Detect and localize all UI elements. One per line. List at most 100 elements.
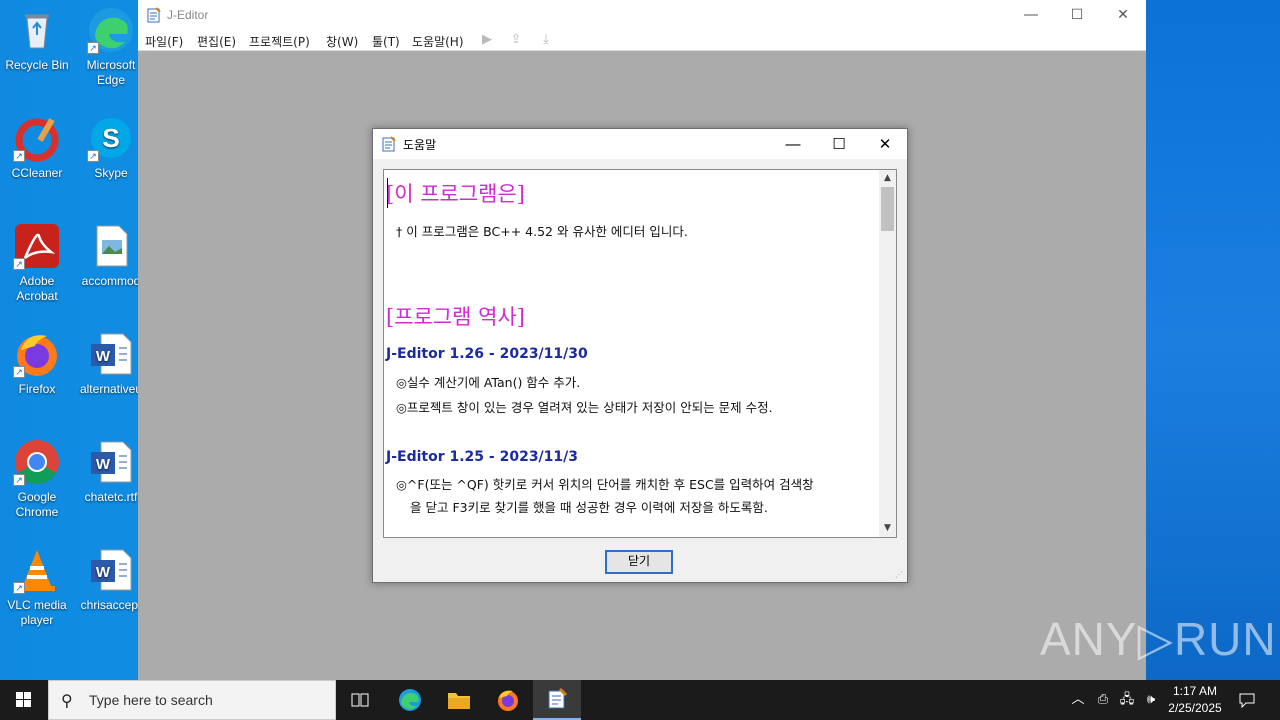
edge-icon: ↗ — [87, 6, 135, 54]
network-icon[interactable]: 🖧 — [1116, 680, 1138, 720]
help-content[interactable]: [이 프로그램은] † 이 프로그램은 BC++ 4.52 와 유사한 에디터 … — [383, 169, 897, 538]
word-document-icon: W — [87, 330, 135, 378]
dialog-title: 도움말 — [403, 138, 437, 152]
desktop-icon-ccleaner[interactable]: ↗ CCleaner — [1, 114, 73, 181]
menu-project[interactable]: 프로젝트(P) — [249, 33, 310, 50]
shortcut-arrow-icon: ↗ — [13, 582, 25, 594]
icon-label: Google Chrome — [15, 490, 59, 519]
icon-label: Adobe Acrobat — [16, 274, 58, 303]
clock-time: 1:17 AM — [1172, 684, 1218, 698]
search-placeholder: Type here to search — [89, 692, 213, 708]
anyrun-watermark: ANY▷RUN — [1040, 613, 1277, 665]
v126-note-1: ◎실수 계산기에 ATan() 함수 추가. — [396, 375, 581, 390]
desktop-icon-chatetc[interactable]: W chatetc.rtf — [75, 438, 147, 505]
taskbar-file-explorer-icon[interactable] — [435, 680, 483, 720]
shortcut-arrow-icon: ↗ — [87, 42, 99, 54]
desktop-icon-chrisaccep[interactable]: W chrisaccep. — [75, 546, 147, 613]
menu-edit[interactable]: 편집(E) — [197, 33, 236, 50]
vlc-icon: ↗ — [13, 546, 61, 594]
taskbar-j-editor-icon[interactable] — [533, 680, 581, 720]
shortcut-arrow-icon: ↗ — [13, 366, 25, 378]
notifications-icon[interactable] — [1234, 680, 1260, 720]
desktop-icon-recycle-bin[interactable]: Recycle Bin — [1, 6, 73, 73]
dialog-maximize-button[interactable]: ☐ — [816, 129, 862, 159]
minimize-button[interactable]: ― — [1008, 0, 1054, 30]
dialog-close-button[interactable]: ✕ — [862, 129, 908, 159]
start-button[interactable] — [0, 680, 48, 720]
svg-text:W: W — [96, 348, 111, 365]
clock[interactable]: 1:17 AM 2/25/2025 — [1160, 683, 1230, 717]
search-box[interactable]: ⚲ Type here to search — [48, 680, 336, 720]
image-file-icon — [87, 222, 135, 270]
clock-date: 2/25/2025 — [1168, 701, 1222, 715]
scroll-up-arrow-icon[interactable]: ▲ — [879, 170, 896, 187]
close-button[interactable]: ✕ — [1100, 0, 1146, 30]
version-heading-126: J-Editor 1.26 - 2023/11/30 — [386, 346, 588, 362]
resize-grip-icon[interactable]: ⋰ — [895, 570, 905, 580]
word-document-icon: W — [87, 438, 135, 486]
windows-logo-icon — [16, 692, 31, 707]
icon-label: Recycle Bin — [5, 58, 69, 72]
icon-label: Firefox — [18, 382, 56, 396]
desktop-icon-edge[interactable]: ↗ Microsoft Edge — [75, 6, 147, 88]
shortcut-arrow-icon: ↗ — [87, 150, 99, 162]
build-icon[interactable]: ⇪ — [508, 32, 524, 48]
shortcut-arrow-icon: ↗ — [13, 474, 25, 486]
section-heading-history: [프로그램 역사] — [386, 305, 525, 329]
firefox-icon: ↗ — [13, 330, 61, 378]
notepad-app-icon — [147, 7, 161, 26]
run-icon[interactable]: ▶ — [479, 32, 495, 48]
taskbar-edge-icon[interactable] — [386, 680, 434, 720]
desktop-icon-acrobat[interactable]: ↗ Adobe Acrobat — [1, 222, 73, 304]
menu-tools[interactable]: 툴(T) — [372, 33, 400, 50]
maximize-button[interactable]: ☐ — [1054, 0, 1100, 30]
shortcut-arrow-icon: ↗ — [13, 258, 25, 270]
search-icon: ⚲ — [61, 691, 73, 710]
chrome-icon: ↗ — [13, 438, 61, 486]
meet-now-icon[interactable]: ⎙ — [1092, 680, 1114, 720]
menu-window[interactable]: 창(W) — [326, 33, 358, 50]
notepad-app-icon — [382, 136, 396, 155]
help-dialog: 도움말 ― ☐ ✕ [이 프로그램은] † 이 프로그램은 BC++ 4.52 … — [372, 128, 908, 583]
download-icon[interactable]: ⤓ — [538, 32, 554, 48]
recycle-bin-icon — [13, 6, 61, 54]
word-document-icon: W — [87, 546, 135, 594]
desktop-icon-skype[interactable]: S ↗ Skype — [75, 114, 147, 181]
desktop-icon-chrome[interactable]: ↗ Google Chrome — [1, 438, 73, 520]
acrobat-icon: ↗ — [13, 222, 61, 270]
close-dialog-button[interactable]: 닫기 — [605, 550, 673, 574]
svg-text:W: W — [96, 456, 111, 473]
vertical-scrollbar[interactable]: ▲ ▼ — [879, 170, 896, 537]
v125-note-1: ◎^F(또는 ^QF) 핫키로 커서 위치의 단어를 캐치한 후 ESC를 입력… — [396, 477, 814, 492]
desktop-icon-vlc[interactable]: ↗ VLC media player — [1, 546, 73, 628]
taskbar-firefox-icon[interactable] — [484, 680, 532, 720]
menu-bar: 파일(F) 편집(E) 프로젝트(P) 창(W) 툴(T) 도움말(H) ▶ ⇪… — [138, 30, 1146, 51]
icon-label: accommod — [81, 274, 141, 288]
shortcut-arrow-icon: ↗ — [13, 150, 25, 162]
task-view-icon[interactable] — [336, 680, 384, 720]
icon-label: CCleaner — [11, 166, 63, 180]
window-title: J-Editor — [167, 8, 209, 22]
taskbar: ⚲ Type here to search ︿ ⎙ 🖧 🕪 1:17 AM 2/… — [0, 680, 1280, 720]
desktop-wallpaper-right — [1146, 0, 1280, 680]
volume-icon[interactable]: 🕪 — [1140, 680, 1162, 720]
about-text: † 이 프로그램은 BC++ 4.52 와 유사한 에디터 입니다. — [396, 224, 688, 239]
desktop-icon-accommod[interactable]: accommod — [75, 222, 147, 289]
menu-file[interactable]: 파일(F) — [145, 33, 183, 50]
desktop-icon-firefox[interactable]: ↗ Firefox — [1, 330, 73, 397]
svg-text:S: S — [102, 123, 119, 153]
dialog-title-bar[interactable]: 도움말 ― ☐ ✕ — [373, 129, 907, 159]
section-heading-about: [이 프로그램은] — [386, 182, 525, 206]
scroll-down-arrow-icon[interactable]: ▼ — [879, 520, 896, 537]
dialog-minimize-button[interactable]: ― — [770, 129, 816, 159]
title-bar[interactable]: J-Editor ― ☐ ✕ — [138, 0, 1146, 30]
desktop-icon-alternativeu[interactable]: W alternativeu — [75, 330, 147, 397]
icon-label: alternativeu — [79, 382, 143, 396]
menu-help[interactable]: 도움말(H) — [412, 33, 464, 50]
icon-label: Microsoft Edge — [86, 58, 136, 87]
svg-text:W: W — [96, 564, 111, 581]
scroll-thumb[interactable] — [881, 187, 894, 231]
icon-label: VLC media player — [7, 598, 67, 627]
icon-label: chatetc.rtf — [84, 490, 138, 504]
show-hidden-icons-chevron-icon[interactable]: ︿ — [1068, 680, 1088, 720]
